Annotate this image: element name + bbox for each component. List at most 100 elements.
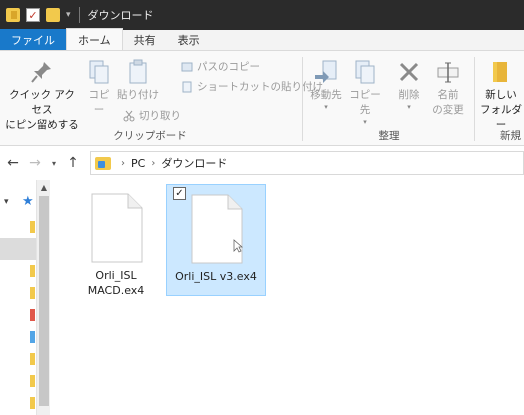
ribbon: クイック アクセス にピン留めする コピー 貼り付け パスのコピー ショートカッ… xyxy=(0,51,524,146)
paste-button[interactable]: 貼り付け xyxy=(116,59,160,103)
organize-group-label: 整理 xyxy=(378,130,400,142)
file-name-line1: Orli_ISL xyxy=(95,269,137,282)
address-bar[interactable]: › PC › ダウンロード xyxy=(90,151,524,175)
move-to-label: 移動先 xyxy=(310,89,342,101)
file-name-line2: MACD.ex4 xyxy=(87,284,145,297)
copy-to-label: コピー先 xyxy=(349,89,381,116)
breadcrumb-pc[interactable]: PC xyxy=(131,157,145,170)
recent-locations-chevron-icon[interactable]: ▾ xyxy=(48,154,60,172)
scrollbar-thumb[interactable] xyxy=(39,196,49,406)
title-bar: ✓ ▾ ダウンロード xyxy=(0,0,524,30)
address-row: ← → ▾ ↑ › PC › ダウンロード xyxy=(0,146,524,180)
rename-label-line1: 名前 xyxy=(437,89,459,101)
tab-home[interactable]: ホーム xyxy=(66,28,123,50)
app-icon xyxy=(30,331,35,343)
copy-path-icon xyxy=(180,60,193,73)
rename-button[interactable]: 名前 の変更 xyxy=(428,59,468,118)
folder-icon xyxy=(30,287,35,299)
copy-button[interactable]: コピー xyxy=(84,59,114,118)
back-arrow-icon[interactable]: ← xyxy=(4,154,22,172)
folder-icon xyxy=(30,221,35,233)
copy-to-button[interactable]: コピー先 ▾ xyxy=(346,59,384,126)
quick-access-dropdown-icon[interactable]: ▾ xyxy=(66,10,71,20)
up-arrow-icon[interactable]: ↑ xyxy=(64,154,82,172)
downloads-folder-icon xyxy=(95,156,111,170)
tab-share[interactable]: 共有 xyxy=(123,29,167,50)
delete-x-icon xyxy=(396,59,422,85)
paste-label: 貼り付け xyxy=(117,89,159,101)
nav-item-downloads[interactable] xyxy=(0,238,36,260)
file-list: Orli_ISL MACD.ex4 ✓ Orli_ISL v3.ex4 xyxy=(50,180,524,415)
nav-item[interactable] xyxy=(0,304,36,326)
move-to-dropdown-icon: ▾ xyxy=(324,103,328,111)
nav-item[interactable] xyxy=(0,348,36,370)
cut-button[interactable]: 切り取り xyxy=(122,108,181,123)
folder-icon xyxy=(30,375,35,387)
copy-label: コピー xyxy=(88,89,110,116)
delete-label: 削除 xyxy=(398,89,420,101)
delete-button[interactable]: 削除 ▾ xyxy=(392,59,426,111)
app-icon xyxy=(30,309,35,321)
rename-icon xyxy=(435,59,461,85)
new-folder-label-line2: フォルダー xyxy=(480,104,522,131)
ribbon-separator xyxy=(302,57,303,141)
pin-to-quick-access-button[interactable]: クイック アクセス にピン留めする xyxy=(4,59,80,133)
copy-to-icon xyxy=(352,59,378,85)
ribbon-tabs: ファイル ホーム 共有 表示 xyxy=(0,28,524,51)
delete-dropdown-icon: ▾ xyxy=(407,103,411,111)
folder-icon[interactable] xyxy=(6,8,20,22)
file-item-selected[interactable]: ✓ Orli_ISL v3.ex4 xyxy=(166,184,266,296)
clipboard-group: クイック アクセス にピン留めする コピー 貼り付け パスのコピー ショートカッ… xyxy=(0,51,323,146)
copy-path-button[interactable]: パスのコピー xyxy=(180,59,260,74)
new-folder-label-line1: 新しい xyxy=(485,89,517,101)
breadcrumb-separator: › xyxy=(151,157,156,169)
nav-item[interactable] xyxy=(0,392,36,414)
ribbon-separator xyxy=(474,57,475,141)
scroll-up-arrow-icon[interactable]: ▲ xyxy=(37,180,51,194)
nav-item[interactable] xyxy=(0,326,36,348)
nav-item[interactable] xyxy=(0,370,36,392)
move-to-button[interactable]: 移動先 ▾ xyxy=(308,59,344,111)
navigation-pane: ▾ ★ ▲ xyxy=(0,180,50,415)
document-icon xyxy=(91,193,143,263)
nav-item[interactable] xyxy=(0,260,36,282)
expand-chevron-icon[interactable]: ▾ xyxy=(4,197,9,207)
file-name: Orli_ISL MACD.ex4 xyxy=(66,268,166,298)
tab-file[interactable]: ファイル xyxy=(0,29,66,50)
window-title: ダウンロード xyxy=(87,9,154,22)
nav-item[interactable] xyxy=(0,282,36,304)
folder-icon xyxy=(30,353,35,365)
pin-label-line1: クイック アクセス xyxy=(9,89,75,116)
paste-shortcut-icon xyxy=(180,80,193,93)
new-folder-icon xyxy=(488,59,514,85)
clipboard-icon xyxy=(125,59,151,85)
folder-icon xyxy=(30,265,35,277)
file-name: Orli_ISL v3.ex4 xyxy=(167,269,265,284)
file-item[interactable]: Orli_ISL MACD.ex4 xyxy=(66,184,166,298)
move-to-icon xyxy=(313,59,339,85)
quick-access-star-icon[interactable]: ★ xyxy=(22,194,34,209)
breadcrumb-separator: › xyxy=(121,157,125,169)
tab-view[interactable]: 表示 xyxy=(167,29,211,50)
navigation-scrollbar[interactable]: ▲ xyxy=(36,180,50,415)
selection-checkbox[interactable]: ✓ xyxy=(173,187,186,200)
mouse-cursor-icon xyxy=(233,239,243,253)
document-icon xyxy=(191,194,243,264)
new-folder-icon[interactable] xyxy=(46,8,60,22)
copy-icon xyxy=(86,59,112,85)
file-name-line1: Orli_ISL v3.ex4 xyxy=(175,270,257,283)
clipboard-group-label: クリップボード xyxy=(113,130,187,142)
rename-label-line2: の変更 xyxy=(432,104,464,116)
new-group: 新しい フォルダー 新規 xyxy=(476,51,524,146)
scissors-icon xyxy=(122,109,135,122)
nav-item[interactable] xyxy=(0,216,36,238)
organize-group: 移動先 ▾ コピー先 ▾ 削除 ▾ 名前 の変更 整理 xyxy=(304,51,474,146)
copy-to-dropdown-icon: ▾ xyxy=(363,118,367,126)
new-folder-button[interactable]: 新しい フォルダー xyxy=(478,59,524,133)
forward-arrow-icon[interactable]: → xyxy=(26,154,44,172)
folder-icon xyxy=(30,397,35,409)
pin-icon xyxy=(29,59,55,85)
properties-check-icon[interactable]: ✓ xyxy=(26,8,40,22)
breadcrumb-downloads[interactable]: ダウンロード xyxy=(161,155,227,171)
title-separator xyxy=(78,7,80,23)
